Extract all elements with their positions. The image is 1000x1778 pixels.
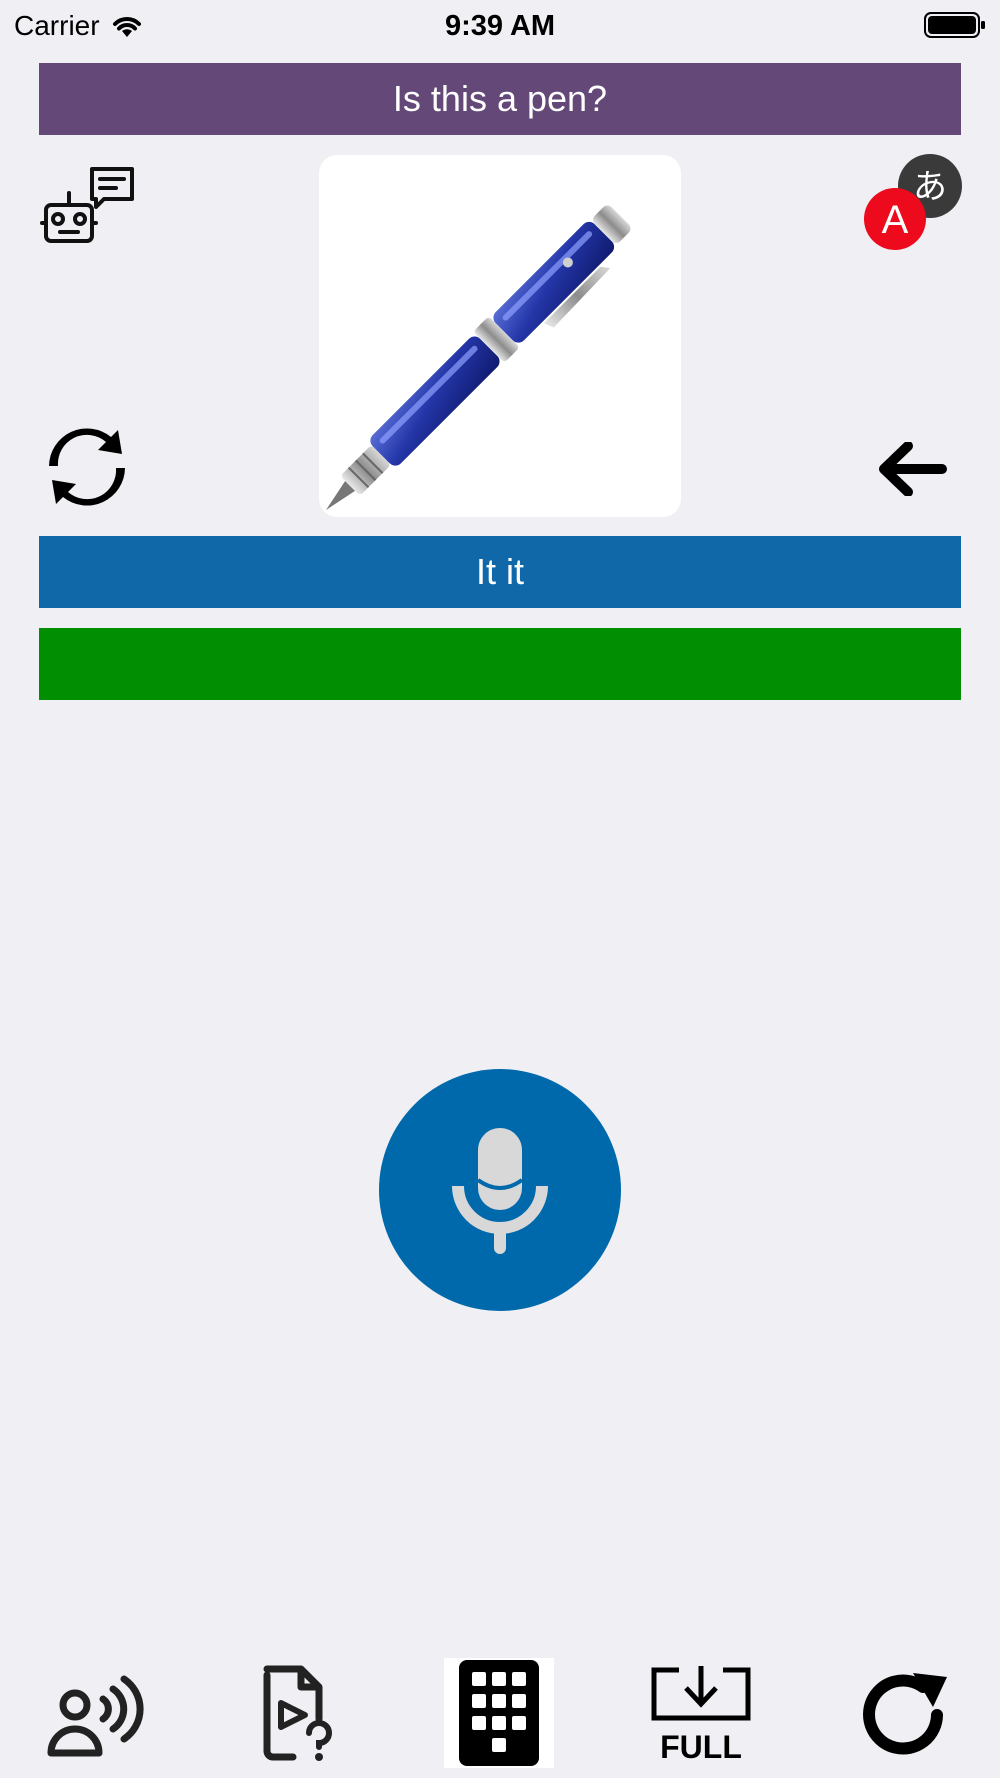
question-image: [319, 155, 681, 517]
reload-icon: [863, 1673, 947, 1755]
toolbar-speaker-voice[interactable]: [40, 1658, 150, 1768]
arrow-left-icon[interactable]: [878, 442, 948, 496]
toolbar-video-help[interactable]: [242, 1658, 352, 1768]
full-download-icon: FULL: [651, 1666, 751, 1765]
pen-image: [326, 205, 631, 510]
microphone-icon: [452, 1128, 548, 1254]
robot-chat-icon[interactable]: [40, 165, 136, 245]
toolbar-full-download[interactable]: FULL: [646, 1658, 756, 1768]
status-bar-left: Carrier: [14, 8, 144, 44]
answer-text: It it: [475, 551, 524, 592]
carrier-label: Carrier: [14, 10, 100, 41]
video-help-icon: [263, 1665, 332, 1761]
question-text: Is this a pen?: [392, 78, 608, 119]
wifi-icon: [112, 17, 141, 37]
keypad-icon: [459, 1660, 539, 1766]
toolbar-reload[interactable]: [850, 1658, 960, 1768]
microphone-button[interactable]: [379, 1069, 621, 1311]
question-bar: Is this a pen?: [39, 63, 961, 135]
translate-icon[interactable]: あ A: [862, 152, 964, 252]
full-label: FULL: [660, 1729, 742, 1765]
translate-latin-label: A: [882, 198, 909, 242]
status-time: 9:39 AM: [444, 10, 556, 42]
battery-icon: [924, 12, 985, 38]
answer-bar[interactable]: It it: [39, 536, 961, 608]
toolbar-keypad[interactable]: [444, 1658, 554, 1768]
feedback-bar: [39, 628, 961, 700]
speaker-voice-icon: [47, 1675, 144, 1757]
refresh-arrows-icon[interactable]: [46, 424, 128, 510]
